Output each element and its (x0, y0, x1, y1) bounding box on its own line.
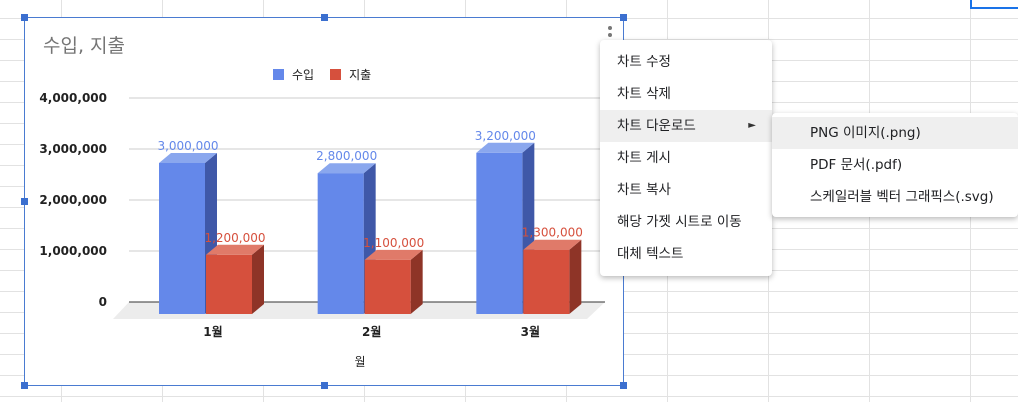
chart-container[interactable]: 수입, 지출 수입 지출 0 1,000,000 2,000,000 3,000,00… (21, 14, 627, 389)
bar (206, 254, 252, 314)
y-tick-label: 1,000,000 (39, 244, 107, 258)
data-label: 1,100,000 (363, 236, 424, 250)
menu-item-label: PDF 문서(.pdf) (810, 157, 903, 173)
menu-item-label: 스케일러블 벡터 그래픽스(.svg) (810, 189, 994, 205)
menu-item-label: 차트 수정 (617, 54, 671, 70)
y-tick-label: 0 (99, 295, 107, 309)
data-label: 1,200,000 (204, 231, 265, 245)
bar-side (410, 249, 423, 314)
x-tick-label: 2월 (362, 324, 381, 339)
menu-item-label: 차트 삭제 (617, 86, 671, 102)
menu-item-move-to-sheet[interactable]: 해당 가젯 시트로 이동 (600, 206, 772, 238)
menu-item-label: 차트 게시 (617, 150, 671, 166)
resize-handle[interactable] (21, 198, 28, 205)
menu-item-copy-chart[interactable]: 차트 복사 (600, 174, 772, 206)
bar (523, 249, 570, 314)
resize-handle[interactable] (321, 14, 328, 21)
menu-item-publish-chart[interactable]: 차트 게시 (600, 142, 772, 174)
bar (476, 152, 523, 314)
resize-handle[interactable] (620, 14, 627, 21)
resize-handle[interactable] (321, 382, 328, 389)
bar-side (569, 239, 582, 314)
menu-item-download-chart[interactable]: 차트 다운로드 ► (600, 110, 772, 142)
download-submenu: PNG 이미지(.png) PDF 문서(.pdf) 스케일러블 벡터 그래픽스… (772, 113, 1018, 217)
data-label: 1,300,000 (522, 226, 583, 240)
selected-cell-outline (970, 0, 1018, 9)
bar (364, 259, 411, 314)
y-tick-label: 4,000,000 (39, 91, 107, 105)
menu-item-alt-text[interactable]: 대체 텍스트 (600, 238, 772, 270)
data-label: 2,800,000 (316, 149, 377, 163)
triangle-right-icon: ► (748, 120, 756, 131)
x-axis-label: 월 (354, 355, 365, 369)
bar (159, 163, 205, 314)
resize-handle[interactable] (21, 14, 28, 21)
menu-item-download-png[interactable]: PNG 이미지(.png) (772, 117, 1018, 149)
menu-item-download-pdf[interactable]: PDF 문서(.pdf) (772, 149, 1018, 181)
menu-item-label: 대체 텍스트 (617, 246, 684, 262)
menu-item-delete-chart[interactable]: 차트 삭제 (600, 78, 772, 110)
menu-item-label: PNG 이미지(.png) (810, 125, 921, 141)
data-label: 3,000,000 (157, 139, 218, 153)
x-tick-label: 3월 (521, 324, 540, 339)
menu-item-download-svg[interactable]: 스케일러블 벡터 그래픽스(.svg) (772, 181, 1018, 213)
resize-handle[interactable] (620, 382, 627, 389)
menu-item-label: 해당 가젯 시트로 이동 (617, 214, 742, 230)
data-label: 3,200,000 (475, 129, 536, 143)
resize-handle[interactable] (21, 382, 28, 389)
y-tick-label: 2,000,000 (39, 193, 107, 207)
menu-item-edit-chart[interactable]: 차트 수정 (600, 46, 772, 78)
chart-context-menu: 차트 수정 차트 삭제 차트 다운로드 ► 차트 게시 차트 복사 해당 가젯 … (600, 40, 772, 276)
menu-item-label: 차트 복사 (617, 182, 671, 198)
chart-plot: 0 1,000,000 2,000,000 3,000,000 4,000,000 3,0… (39, 91, 605, 369)
y-tick-label: 3,000,000 (39, 142, 107, 156)
bar (317, 173, 364, 314)
bar-side (252, 244, 264, 314)
x-tick-label: 1월 (203, 324, 222, 339)
menu-item-label: 차트 다운로드 (617, 118, 696, 134)
